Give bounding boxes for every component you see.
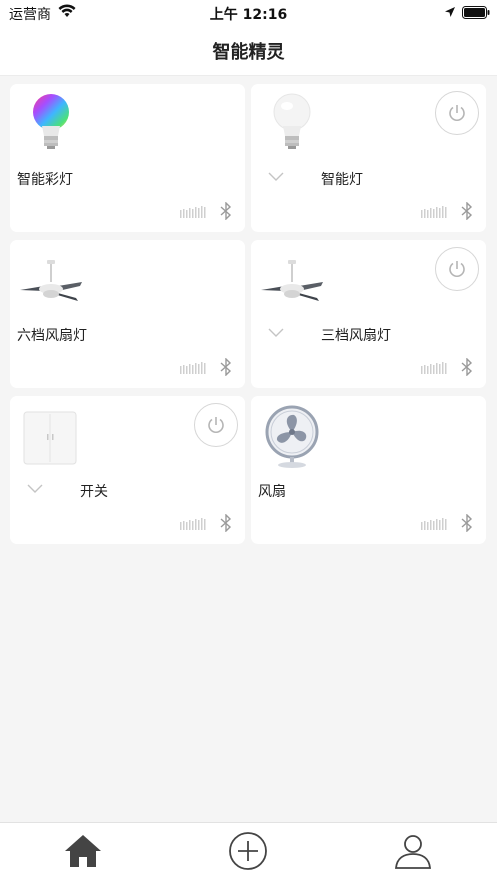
power-icon bbox=[208, 417, 224, 433]
home-icon[interactable] bbox=[63, 831, 103, 871]
signal-strength-icon bbox=[421, 362, 447, 374]
signal-strength-icon bbox=[180, 206, 206, 218]
signal-strength-icon bbox=[180, 362, 206, 374]
device-name: 六档风扇灯 bbox=[17, 328, 87, 344]
device-card[interactable]: 智能灯 bbox=[251, 84, 486, 232]
device-name: 智能灯 bbox=[321, 172, 363, 188]
signal-strength-icon bbox=[421, 518, 447, 530]
bluetooth-icon bbox=[461, 514, 473, 532]
white-bulb-image bbox=[273, 93, 311, 149]
chevron-down-icon[interactable] bbox=[268, 172, 284, 182]
signal-strength-icon bbox=[180, 518, 206, 530]
ceiling-fan-image bbox=[261, 260, 323, 301]
desk-fan-image bbox=[265, 405, 319, 468]
status-bar: 运营商 上午 12:16 bbox=[0, 0, 497, 26]
battery-icon bbox=[462, 6, 490, 19]
bluetooth-icon bbox=[461, 202, 473, 220]
bluetooth-icon bbox=[220, 358, 232, 376]
bluetooth-icon bbox=[220, 514, 232, 532]
bluetooth-icon bbox=[220, 202, 232, 220]
page-title: 智能精灵 bbox=[212, 42, 285, 63]
user-icon[interactable] bbox=[393, 831, 433, 871]
power-button[interactable] bbox=[435, 247, 479, 291]
tab-bar bbox=[0, 822, 497, 883]
chevron-down-icon[interactable] bbox=[268, 328, 284, 338]
signal-strength-icon bbox=[421, 206, 447, 218]
device-card[interactable]: 风扇 bbox=[251, 396, 486, 544]
add-circle-icon[interactable] bbox=[228, 831, 268, 871]
device-name: 开关 bbox=[80, 484, 108, 500]
wall-switch-image bbox=[23, 411, 77, 465]
status-time: 上午 12:16 bbox=[209, 7, 288, 23]
nav-bar: 智能精灵 bbox=[0, 26, 497, 76]
device-name: 风扇 bbox=[258, 484, 286, 500]
app-screen: 运营商 上午 12:16 智能精灵 智能彩灯 智能灯 六档风扇灯 三档风扇灯 开… bbox=[0, 0, 497, 883]
bluetooth-icon bbox=[461, 358, 473, 376]
ceiling-fan-image bbox=[20, 260, 82, 301]
device-card[interactable]: 六档风扇灯 bbox=[10, 240, 245, 388]
location-arrow-icon bbox=[445, 7, 455, 17]
device-card[interactable]: 智能彩灯 bbox=[10, 84, 245, 232]
power-icon bbox=[449, 261, 465, 277]
device-name: 智能彩灯 bbox=[17, 172, 73, 188]
color-bulb-image bbox=[33, 94, 69, 149]
chevron-down-icon[interactable] bbox=[27, 484, 43, 494]
power-icon bbox=[449, 105, 465, 121]
device-card[interactable]: 开关 bbox=[10, 396, 245, 544]
power-button[interactable] bbox=[194, 403, 238, 447]
power-button[interactable] bbox=[435, 91, 479, 135]
device-name: 三档风扇灯 bbox=[321, 328, 391, 344]
device-card[interactable]: 三档风扇灯 bbox=[251, 240, 486, 388]
